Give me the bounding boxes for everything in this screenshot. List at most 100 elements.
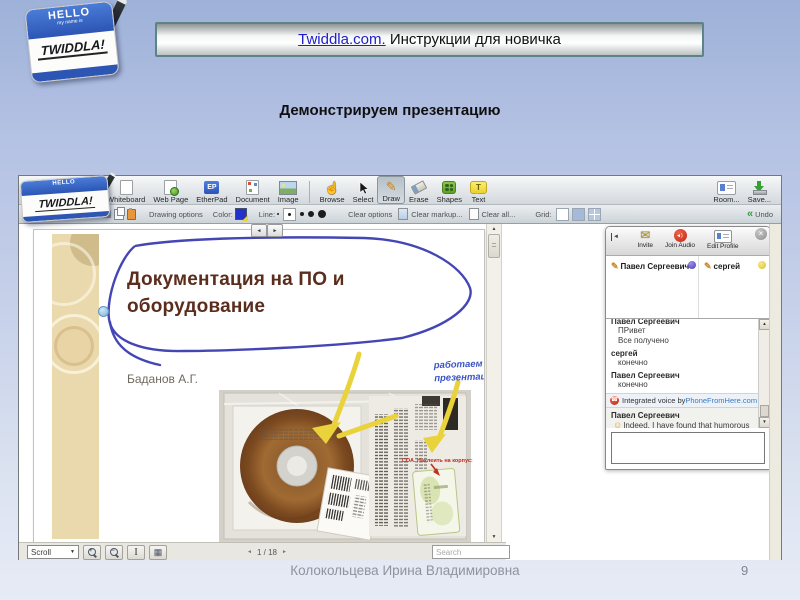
image-button[interactable]: Image (274, 177, 303, 204)
clear-markup-page-icon (398, 208, 409, 220)
message-text: конечно (618, 358, 648, 367)
twiddla-link[interactable]: Twiddla.com. (298, 31, 386, 48)
canvas-right-scrollbar[interactable] (769, 224, 781, 560)
clear-options-label[interactable]: Clear options (348, 210, 392, 219)
grid-option-lines[interactable] (587, 207, 601, 221)
tool-label: Draw (382, 194, 400, 203)
message-text: Indeed, I have found that humorous and a… (623, 421, 750, 428)
prev-slide-button[interactable] (251, 224, 267, 237)
shapes-button[interactable]: Shapes (433, 177, 466, 204)
actual-size-button[interactable]: I (127, 544, 145, 560)
whiteboard-canvas[interactable]: Документация на ПО и оборудование Бадано… (19, 224, 781, 560)
zoom-in-button[interactable] (83, 544, 101, 560)
line-size-4[interactable] (308, 211, 315, 217)
collaborator-cursor-dot (98, 306, 109, 317)
tool-label: Room... (713, 195, 740, 204)
scrollbar-thumb[interactable] (760, 405, 769, 417)
close-icon[interactable]: × (755, 228, 767, 240)
message-author: сергей (611, 349, 638, 358)
tool-label: Document (235, 195, 270, 204)
select-cursor-icon (359, 180, 369, 194)
save-button[interactable]: Save... (744, 177, 775, 204)
slide-page-number: 9 (741, 563, 749, 578)
browse-hand-icon: ☝ (324, 180, 340, 195)
etherpad-button[interactable]: EP EtherPad (192, 177, 231, 204)
document-icon (246, 180, 260, 195)
main-toolbar: Whiteboard Web Page EP EtherPad Document… (19, 176, 781, 205)
chat-input[interactable] (611, 432, 765, 464)
chat-log[interactable]: Павел Сергеевич ПРивет Все получено серг… (606, 319, 770, 428)
edit-profile-button[interactable]: Edit Profile (707, 229, 738, 255)
prev-page-icon[interactable] (247, 549, 252, 555)
color-swatch[interactable] (234, 208, 248, 221)
handwritten-note: работаем с презентацией (433, 358, 485, 385)
cd-package-photo (219, 390, 471, 542)
clear-markup-button[interactable]: Clear markup... (411, 210, 462, 219)
app-twiddla-logo[interactable]: HELLO TWIDDLA! (19, 171, 117, 224)
webpage-button[interactable]: Web Page (149, 177, 192, 204)
next-page-icon[interactable] (282, 549, 287, 555)
slide-title-bar: Twiddla.com. Инструкции для новичка (155, 22, 704, 57)
erase-button[interactable]: Erase (405, 177, 433, 204)
tool-label: Web Page (153, 195, 189, 204)
line-size-selected[interactable] (283, 207, 297, 221)
phonefromhere-link[interactable]: PhoneFromHere.com (685, 396, 757, 405)
zoom-out-icon (109, 547, 119, 558)
select-button[interactable]: Select (349, 177, 378, 204)
slide-doc-author: Баданов А.Г. (127, 372, 198, 386)
join-audio-icon (673, 229, 687, 242)
paste-icon[interactable] (127, 207, 136, 220)
document-scrollbar[interactable] (486, 224, 502, 542)
line-size-5[interactable] (318, 210, 327, 218)
scroll-up-icon[interactable] (487, 224, 501, 234)
undo-button[interactable]: Undo (755, 210, 773, 219)
slide-theme-strip (52, 234, 99, 539)
text-button[interactable]: T Text (466, 177, 491, 204)
user-item[interactable]: ✎ Павел Сергеевич (606, 256, 699, 318)
scroll-down-icon[interactable] (487, 532, 501, 542)
grid-option-none[interactable] (555, 207, 569, 221)
thumbnail-view-button[interactable]: ▦ (149, 544, 167, 560)
action-label: Edit Profile (707, 243, 739, 250)
toolbar-separator (308, 181, 310, 203)
tool-label: Erase (408, 195, 429, 204)
grid-label: Grid: (535, 209, 552, 219)
message-text: Все получено (618, 336, 669, 345)
page-indicator: 1 / 18 (256, 547, 277, 557)
invite-button[interactable]: ✉ Invite (638, 229, 654, 255)
chevron-down-icon (70, 549, 75, 555)
webpage-icon (164, 180, 180, 196)
chat-header: ✉ Invite Join Audio Edit Profile × (606, 227, 770, 256)
save-icon (752, 180, 768, 195)
join-audio-button[interactable]: Join Audio (665, 229, 695, 255)
clear-all-button[interactable]: Clear all... (482, 210, 516, 219)
erase-icon (410, 180, 428, 195)
room-icon (717, 180, 736, 195)
logo-hello-text: HELLO (52, 179, 76, 187)
drawing-options-label[interactable]: Drawing options (149, 210, 203, 219)
next-slide-button[interactable] (267, 224, 283, 237)
slide-footer-author: Колокольцева Ирина Владимировна (290, 563, 520, 578)
draw-button[interactable]: ✎ Draw (377, 176, 405, 204)
action-label: Invite (637, 242, 654, 249)
room-button[interactable]: Room... (709, 177, 743, 204)
scrollbar-thumb[interactable] (488, 234, 500, 258)
zoom-out-button[interactable] (105, 544, 123, 560)
smiley-icon: ☺ (613, 420, 623, 428)
line-size-3[interactable] (300, 212, 305, 216)
collapse-panel-icon[interactable] (611, 233, 619, 241)
scroll-mode-dropdown[interactable]: Scroll (27, 545, 79, 559)
user-name: Павел Сергеевич (620, 262, 690, 271)
twiddla-logo: HELLO my name is TWIDDLA! (24, 0, 128, 84)
search-input[interactable] (432, 545, 510, 559)
user-item[interactable]: ✎ сергей (699, 256, 770, 318)
grid-option-solid[interactable] (571, 207, 585, 221)
message-author: Павел Сергеевич (611, 319, 680, 326)
browse-button[interactable]: ☝ Browse (316, 177, 349, 205)
user-list: ✎ Павел Сергеевич ✎ сергей (606, 256, 770, 319)
document-button[interactable]: Document (232, 177, 274, 204)
copy-icon[interactable] (114, 206, 125, 220)
chat-message: Павел Сергеевич ☺Indeed, I have found th… (606, 408, 759, 428)
line-size-1[interactable] (277, 213, 280, 215)
twiddla-app-window: HELLO TWIDDLA! Whiteboard Web Page EP Et… (18, 171, 782, 560)
